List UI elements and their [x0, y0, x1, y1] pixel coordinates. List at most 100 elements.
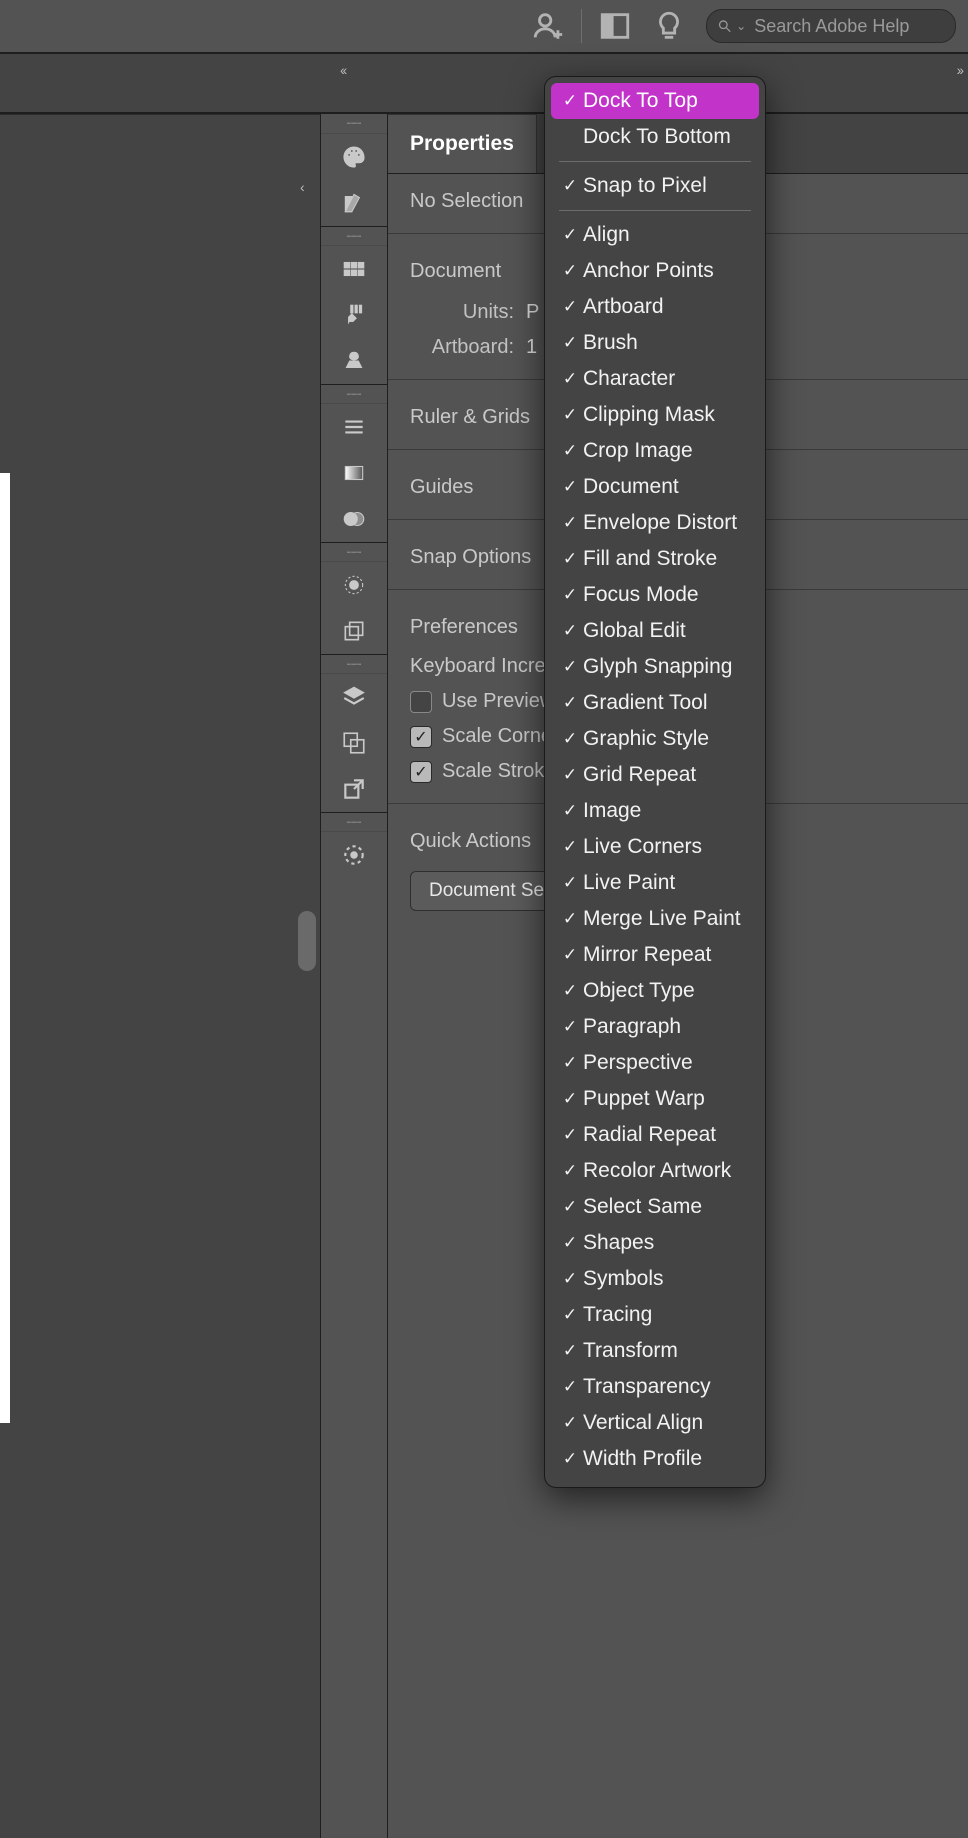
menu-item[interactable]: ✓Transparency — [545, 1369, 765, 1405]
artboard-canvas[interactable] — [0, 473, 10, 1423]
stroke-icon[interactable] — [321, 404, 387, 450]
vertical-scrollbar-thumb[interactable] — [298, 911, 316, 971]
menu-item-label: Focus Mode — [583, 583, 699, 607]
gradient-icon[interactable] — [321, 450, 387, 496]
asset-export-icon[interactable] — [321, 832, 387, 878]
menu-item[interactable]: ✓Mirror Repeat — [545, 937, 765, 973]
menu-item[interactable]: ✓Radial Repeat — [545, 1117, 765, 1153]
dock-group-grip[interactable]: ┉┉┉ — [321, 384, 387, 404]
search-input[interactable] — [752, 15, 945, 38]
menu-item-label: Perspective — [583, 1051, 693, 1075]
dock-group-grip[interactable]: ┉┉┉ — [321, 226, 387, 246]
menu-item[interactable]: ✓Document — [545, 469, 765, 505]
menu-item-label: Tracing — [583, 1303, 652, 1327]
menu-item[interactable]: ✓Align — [545, 217, 765, 253]
symbols-solid-icon[interactable] — [321, 338, 387, 384]
menu-item[interactable]: ✓Image — [545, 793, 765, 829]
checkmark-icon: ✓ — [559, 693, 581, 713]
layers-icon[interactable] — [321, 674, 387, 720]
dock-group-grip[interactable]: ┉┉┉ — [321, 542, 387, 562]
menu-item[interactable]: ✓Live Paint — [545, 865, 765, 901]
menu-item[interactable]: ✓Global Edit — [545, 613, 765, 649]
menu-item[interactable]: ✓Live Corners — [545, 829, 765, 865]
menu-item[interactable]: ✓Puppet Warp — [545, 1081, 765, 1117]
menu-item[interactable]: ✓Tracing — [545, 1297, 765, 1333]
checkmark-icon: ✓ — [559, 91, 581, 111]
panel-dock: ┉┉┉ ┉┉┉ ┉┉┉ ┉┉┉ ┉┉┉ ┉┉┉ — [320, 114, 388, 1838]
brushes-icon[interactable] — [321, 292, 387, 338]
arrange-documents-icon[interactable] — [598, 9, 632, 43]
canvas-area[interactable]: ‹ — [0, 114, 320, 1838]
checkmark-icon: ✓ — [559, 477, 581, 497]
menu-item[interactable]: ✓Clipping Mask — [545, 397, 765, 433]
menu-item-label: Vertical Align — [583, 1411, 703, 1435]
transparency-icon[interactable] — [321, 496, 387, 542]
menu-item[interactable]: ✓Perspective — [545, 1045, 765, 1081]
menu-item[interactable]: ✓Width Profile — [545, 1441, 765, 1477]
user-add-icon[interactable] — [531, 9, 565, 43]
search-dropdown-chevron-icon[interactable]: ⌄ — [736, 19, 746, 33]
checkmark-icon: ✓ — [559, 1413, 581, 1433]
expand-panels-button[interactable]: ›› — [957, 62, 962, 78]
menu-item[interactable]: ✓Gradient Tool — [545, 685, 765, 721]
menu-item[interactable]: ✓Shapes — [545, 1225, 765, 1261]
menu-item[interactable]: ✓Fill and Stroke — [545, 541, 765, 577]
checkmark-icon: ✓ — [559, 1197, 581, 1217]
colorguide-icon[interactable] — [321, 180, 387, 226]
menu-item[interactable]: ✓Focus Mode — [545, 577, 765, 613]
menu-item[interactable]: ✓Grid Repeat — [545, 757, 765, 793]
menu-item[interactable]: ✓Paragraph — [545, 1009, 765, 1045]
panel-collapse-chevron-icon[interactable]: ‹ — [300, 179, 305, 195]
graphicstyles-icon[interactable] — [321, 608, 387, 654]
menu-item[interactable]: ✓Brush — [545, 325, 765, 361]
menu-item[interactable]: ✓Select Same — [545, 1189, 765, 1225]
menu-item[interactable]: ✓Transform — [545, 1333, 765, 1369]
menu-item-label: Symbols — [583, 1267, 664, 1291]
artboards-icon[interactable] — [321, 720, 387, 766]
menu-item[interactable]: ✓Character — [545, 361, 765, 397]
menu-item[interactable]: ✓Object Type — [545, 973, 765, 1009]
swatches-icon[interactable] — [321, 246, 387, 292]
menu-item[interactable]: ✓Vertical Align — [545, 1405, 765, 1441]
menu-item-label: Global Edit — [583, 619, 686, 643]
checkmark-icon: ✓ — [559, 1161, 581, 1181]
dock-group-grip[interactable]: ┉┉┉ — [321, 114, 387, 134]
discover-lightbulb-icon[interactable] — [652, 9, 686, 43]
scale-corners-checkbox[interactable]: ✓ — [410, 726, 432, 748]
menu-item[interactable]: ✓Anchor Points — [545, 253, 765, 289]
menu-item[interactable]: ✓Artboard — [545, 289, 765, 325]
menu-item[interactable]: ✓Symbols — [545, 1261, 765, 1297]
palette-icon[interactable] — [321, 134, 387, 180]
menu-item[interactable]: ✓Dock To Bottom — [545, 119, 765, 155]
units-value[interactable]: P — [526, 301, 539, 324]
checkmark-icon: ✓ — [559, 405, 581, 425]
workspace-strip: ‹‹ ›› — [0, 54, 968, 114]
scale-strokes-checkbox[interactable]: ✓ — [410, 761, 432, 783]
menu-item[interactable]: ✓Graphic Style — [545, 721, 765, 757]
menu-item-label: Live Paint — [583, 871, 675, 895]
menu-item[interactable]: ✓Recolor Artwork — [545, 1153, 765, 1189]
tab-properties[interactable]: Properties — [388, 114, 537, 173]
dock-group-grip[interactable]: ┉┉┉ — [321, 812, 387, 832]
menu-item-label: Puppet Warp — [583, 1087, 705, 1111]
menu-item[interactable]: ✓Crop Image — [545, 433, 765, 469]
artboard-value[interactable]: 1 — [526, 336, 537, 359]
menu-item-label: Graphic Style — [583, 727, 709, 751]
menu-item[interactable]: ✓Merge Live Paint — [545, 901, 765, 937]
links-popout-icon[interactable] — [321, 766, 387, 812]
menu-item-label: Select Same — [583, 1195, 702, 1219]
menu-item[interactable]: ✓Envelope Distort — [545, 505, 765, 541]
control-bar-options-menu: ✓Dock To Top✓Dock To Bottom ✓Snap to Pixe… — [544, 76, 766, 1488]
menu-item[interactable]: ✓Glyph Snapping — [545, 649, 765, 685]
checkmark-icon: ✓ — [559, 873, 581, 893]
menu-item[interactable]: ✓Dock To Top — [551, 83, 759, 119]
menu-item-label: Merge Live Paint — [583, 907, 741, 931]
dock-group-grip[interactable]: ┉┉┉ — [321, 654, 387, 674]
menu-item-label: Grid Repeat — [583, 763, 696, 787]
checkmark-icon: ✓ — [559, 176, 581, 196]
menu-item[interactable]: ✓Snap to Pixel — [545, 168, 765, 204]
collapse-panels-button[interactable]: ‹‹ — [340, 62, 345, 78]
help-search[interactable]: ⌄ — [706, 9, 956, 43]
appearance-icon[interactable] — [321, 562, 387, 608]
use-preview-bounds-checkbox[interactable]: ✓ — [410, 691, 432, 713]
